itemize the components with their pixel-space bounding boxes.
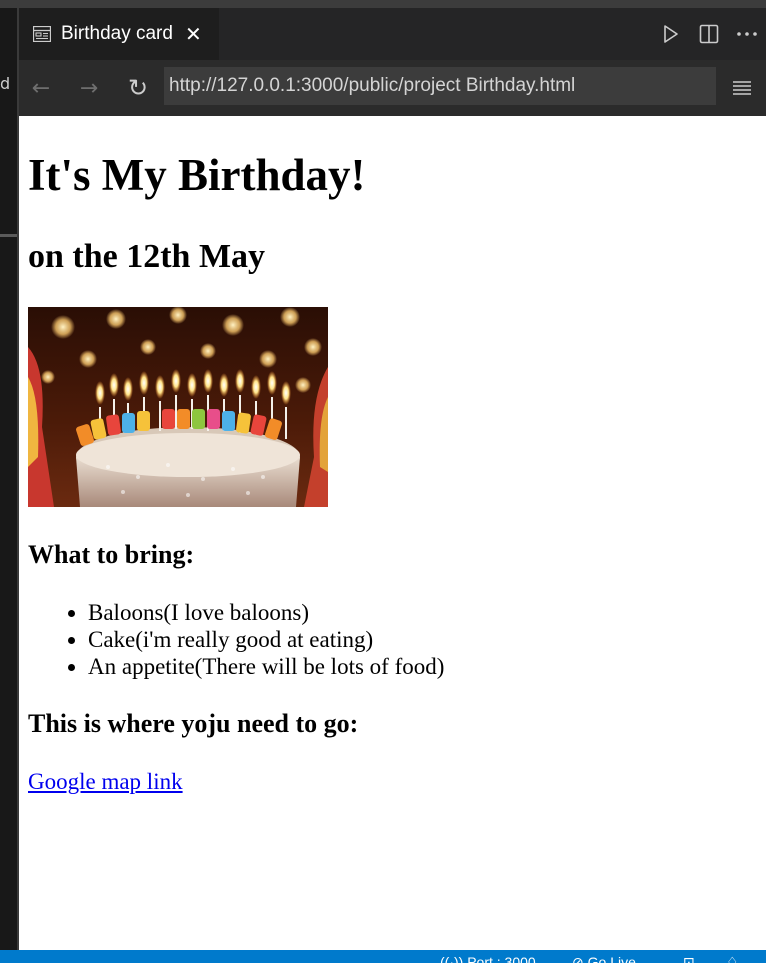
status-bar: ((·)) Port : 3000 ⊘ Go Live ⊡ ♢: [0, 950, 766, 963]
page-subtitle: on the 12th May: [28, 238, 266, 275]
address-input[interactable]: [164, 67, 716, 105]
tab-label: Birthday card: [61, 23, 173, 44]
location-heading: This is where yoju need to go:: [28, 709, 359, 738]
bring-list: Baloons(I love baloons) Cake(i'm really …: [28, 599, 444, 680]
run-icon[interactable]: [652, 14, 690, 54]
broadcast-icon: ((·)): [440, 954, 464, 963]
left-editor-gutter: d: [0, 8, 17, 950]
editor-actions: [652, 8, 766, 60]
go-live-label: Go Live: [587, 954, 636, 963]
birthday-cake-image: [28, 306, 328, 507]
tab-bar: Birthday card ✕: [19, 8, 766, 60]
go-live-icon: ⊘: [572, 954, 584, 963]
port-status[interactable]: ((·)) Port : 3000: [440, 954, 536, 963]
close-tab-icon[interactable]: ✕: [185, 22, 202, 46]
go-live-status[interactable]: ⊘ Go Live: [572, 954, 636, 963]
title-strip: [0, 0, 766, 8]
google-map-link[interactable]: Google map link: [28, 769, 183, 795]
page-title: It's My Birthday!: [28, 150, 366, 200]
menu-icon[interactable]: [727, 68, 757, 108]
bring-heading: What to bring:: [28, 540, 195, 569]
list-item: Cake(i'm really good at eating): [88, 626, 444, 653]
list-item: Baloons(I love baloons): [88, 599, 444, 626]
feedback-icon[interactable]: ⊡: [683, 954, 695, 963]
preview-icon: [32, 25, 52, 43]
gutter-scroll-indicator: [0, 234, 17, 237]
reload-icon[interactable]: ↻: [120, 68, 156, 108]
forward-arrow-icon[interactable]: →: [71, 68, 107, 108]
list-item: An appetite(There will be lots of food): [88, 653, 444, 680]
web-page-content: It's My Birthday! on the 12th May What t…: [19, 116, 766, 950]
back-arrow-icon[interactable]: ←: [23, 68, 59, 108]
notifications-icon[interactable]: ♢: [726, 954, 739, 963]
more-actions-icon[interactable]: [728, 14, 766, 54]
browser-nav-bar: ← → ↻: [19, 60, 766, 116]
split-editor-icon[interactable]: [690, 14, 728, 54]
sidebar-fragment-text: d: [0, 74, 11, 93]
tab-birthday-card[interactable]: Birthday card ✕: [19, 8, 219, 60]
address-bar[interactable]: [164, 67, 716, 105]
port-label: Port : 3000: [467, 954, 536, 963]
